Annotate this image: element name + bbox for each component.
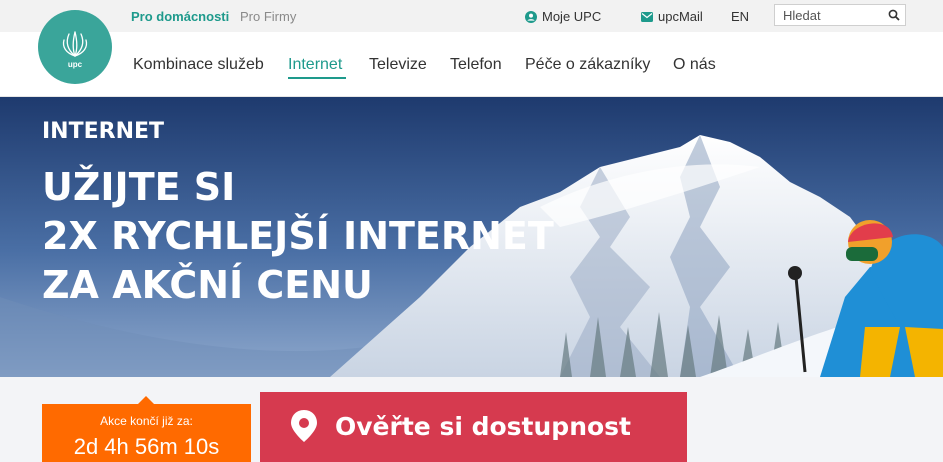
language-switch[interactable]: EN — [731, 9, 749, 24]
hero-eyebrow: INTERNET — [42, 119, 165, 144]
my-upc-link[interactable]: Moje UPC — [525, 9, 601, 24]
upc-flame-icon — [62, 31, 88, 57]
nav-item-o-nas[interactable]: O nás — [673, 56, 716, 74]
countdown-time: 2d 4h 56m 10s — [73, 434, 220, 459]
nav-item-kombinace[interactable]: Kombinace služeb — [133, 56, 264, 74]
segment-home[interactable]: Pro domácnosti — [131, 9, 229, 24]
nav-item-televize[interactable]: Televize — [369, 56, 427, 74]
check-availability-button[interactable]: Ověřte si dostupnost — [260, 392, 687, 462]
hero-headline-line-1: UŽIJTE SI — [42, 165, 236, 209]
user-circle-icon — [525, 10, 537, 23]
top-bar: Pro domácnosti Pro Firmy Moje UPC upcMai… — [0, 0, 943, 32]
envelope-icon — [641, 11, 653, 22]
search-input[interactable] — [783, 8, 883, 23]
upcmail-link[interactable]: upcMail — [641, 9, 703, 24]
search-icon[interactable] — [888, 9, 900, 21]
nav-item-telefon[interactable]: Telefon — [450, 56, 502, 74]
segment-business[interactable]: Pro Firmy — [240, 9, 296, 24]
main-navigation: Kombinace služeb Internet Televize Telef… — [0, 32, 943, 97]
upc-logo[interactable]: upc — [38, 10, 112, 84]
active-nav-indicator — [288, 77, 346, 79]
check-availability-label: Ověřte si dostupnost — [335, 412, 631, 441]
search-box — [774, 4, 906, 26]
upcmail-label: upcMail — [658, 9, 703, 24]
my-upc-label: Moje UPC — [542, 9, 602, 24]
hero-headline-line-2: 2X RYCHLEJŠÍ INTERNET — [42, 214, 554, 258]
countdown-label: Akce končí již za: — [100, 414, 193, 428]
countdown-pointer — [138, 396, 154, 404]
nav-item-pece[interactable]: Péče o zákazníky — [525, 56, 650, 74]
nav-item-internet[interactable]: Internet — [288, 56, 342, 74]
hero-headline-line-3: ZA AKČNÍ CENU — [42, 263, 373, 307]
location-pin-icon — [291, 410, 317, 442]
hero-banner: INTERNET UŽIJTE SI 2X RYCHLEJŠÍ INTERNET… — [0, 97, 943, 377]
promo-countdown: Akce končí již za: 2d 4h 56m 10s — [42, 396, 251, 462]
logo-text: upc — [67, 60, 83, 69]
